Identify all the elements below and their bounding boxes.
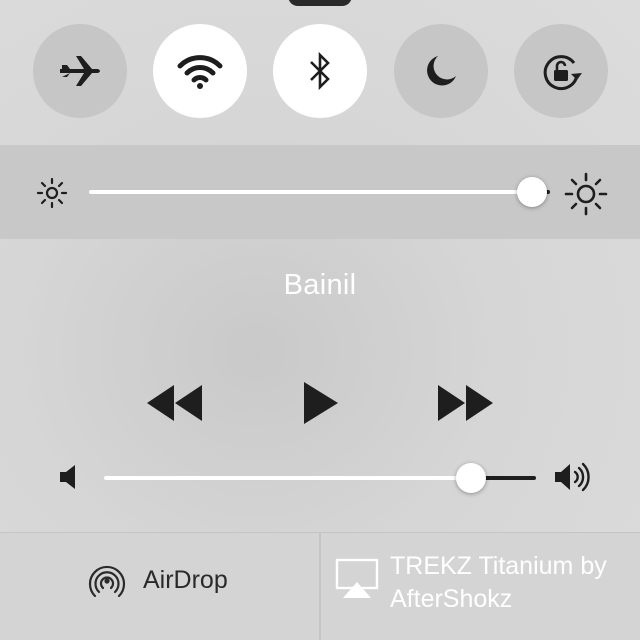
wifi-toggle[interactable] <box>153 24 247 118</box>
fast-forward-icon <box>438 385 493 421</box>
wifi-icon <box>177 55 223 89</box>
rewind-icon <box>147 385 202 421</box>
volume-slider[interactable] <box>104 461 536 495</box>
volume-slider-thumb[interactable] <box>456 463 486 493</box>
play-icon <box>304 382 338 424</box>
volume-track-filled <box>104 476 471 480</box>
brightness-panel <box>0 145 640 239</box>
fast-forward-button[interactable] <box>432 377 500 429</box>
speaker-high-icon <box>555 462 590 492</box>
moon-icon <box>427 56 456 86</box>
airplane-icon <box>60 56 100 86</box>
brightness-track-filled <box>89 190 532 194</box>
media-panel: Bainil <box>0 239 640 532</box>
speaker-low-icon <box>60 465 75 489</box>
airplay-device-label: TREKZ Titanium by AfterShokz <box>390 552 607 613</box>
brightness-slider[interactable] <box>89 175 550 209</box>
now-playing-title: Bainil <box>283 269 357 301</box>
bottom-bar: AirDrop TREKZ Titanium by AfterShokz <box>0 532 640 640</box>
brightness-slider-thumb[interactable] <box>517 177 547 207</box>
toggles-row <box>0 0 640 145</box>
play-button[interactable] <box>290 375 350 431</box>
sun-large-icon <box>564 172 608 216</box>
airdrop-icon <box>88 565 126 598</box>
airdrop-button[interactable]: AirDrop <box>0 532 319 640</box>
airdrop-label: AirDrop <box>143 566 228 594</box>
rewind-button[interactable] <box>140 377 208 429</box>
airplane-mode-toggle[interactable] <box>33 24 127 118</box>
rotation-lock-toggle[interactable] <box>514 24 608 118</box>
airplay-icon <box>335 558 379 598</box>
sun-small-icon <box>36 177 68 209</box>
bluetooth-toggle[interactable] <box>273 24 367 118</box>
do-not-disturb-toggle[interactable] <box>394 24 488 118</box>
rotation-lock-icon <box>543 55 582 91</box>
bluetooth-icon <box>310 51 330 91</box>
airplay-button[interactable]: TREKZ Titanium by AfterShokz <box>321 532 640 640</box>
